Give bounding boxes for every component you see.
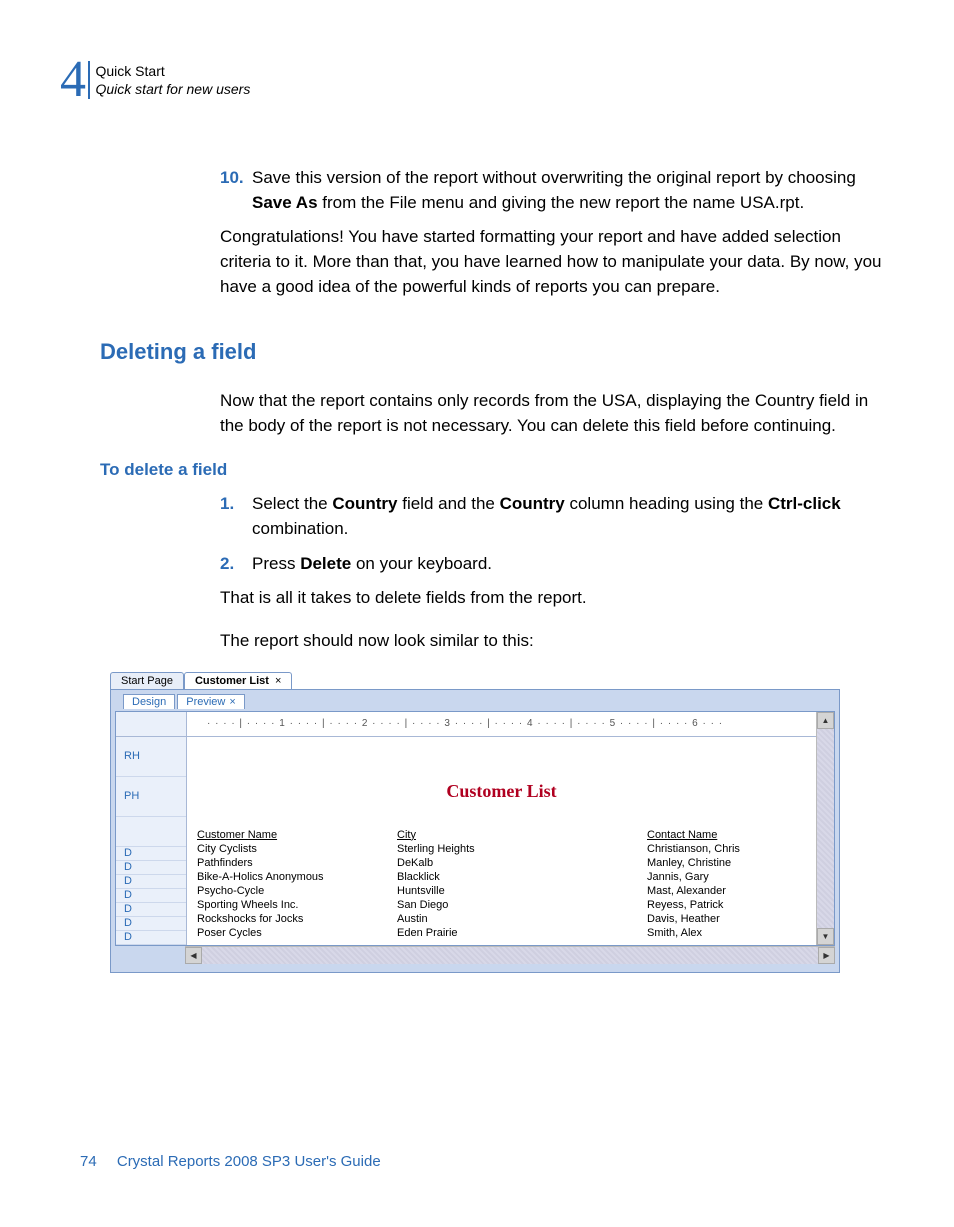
scroll-left-icon[interactable]: ◀ (185, 947, 202, 964)
step-text: Save this version of the report without … (252, 166, 894, 215)
heading-deleting-field: Deleting a field (100, 339, 894, 365)
chapter-number: 4 (60, 54, 86, 106)
col-header-city: City (397, 829, 647, 841)
section-ph: PH (116, 777, 186, 817)
scroll-track[interactable] (817, 729, 834, 928)
section-gutter: RH PH D D D D D D D (116, 712, 187, 945)
step-text: Press Delete on your keyboard. (252, 552, 894, 577)
book-title: Crystal Reports 2008 SP3 User's Guide (117, 1153, 381, 1170)
table-row: Rockshocks for JocksAustinDavis, Heather (187, 912, 816, 926)
col-header-customer-name: Customer Name (187, 829, 397, 841)
header-row: Customer Name City Contact Name (187, 828, 816, 842)
scroll-up-icon[interactable]: ▲ (817, 712, 834, 729)
table-row: Bike-A-Holics AnonymousBlacklickJannis, … (187, 870, 816, 884)
report-title: Customer List (187, 781, 816, 802)
tab-design[interactable]: Design (123, 694, 175, 709)
close-icon[interactable]: × (229, 696, 235, 708)
table-row: Psycho-CycleHuntsvilleMast, Alexander (187, 884, 816, 898)
section-rh: RH (116, 737, 186, 777)
section-d: D (116, 931, 186, 945)
section-d: D (116, 917, 186, 931)
chapter-subtitle: Quick start for new users (96, 80, 251, 98)
congrats-paragraph: Congratulations! You have started format… (220, 225, 894, 299)
section-d: D (116, 861, 186, 875)
scroll-down-icon[interactable]: ▼ (817, 928, 834, 945)
after-1: That is all it takes to delete fields fr… (220, 586, 894, 611)
section-d: D (116, 875, 186, 889)
tab-start-page[interactable]: Start Page (110, 672, 184, 689)
scrollbar-horizontal[interactable]: ◀ ▶ (185, 946, 835, 964)
scroll-track[interactable] (202, 947, 818, 964)
section-d: D (116, 889, 186, 903)
section-d: D (116, 903, 186, 917)
heading-to-delete: To delete a field (100, 460, 894, 480)
step-10: 10. Save this version of the report with… (220, 166, 894, 215)
chapter-header: 4 Quick Start Quick start for new users (60, 54, 894, 106)
step-2: 2. Press Delete on your keyboard. (220, 552, 894, 577)
col-header-contact-name: Contact Name (647, 829, 816, 841)
tab-preview[interactable]: Preview× (177, 694, 245, 709)
scrollbar-vertical[interactable]: ▲ ▼ (816, 712, 834, 945)
section-d: D (116, 847, 186, 861)
chapter-title: Quick Start (96, 62, 251, 80)
ruler: · · · · | · · · · 1 · · · · | · · · · 2 … (187, 712, 816, 737)
step-number: 10. (220, 166, 252, 215)
close-icon[interactable]: × (275, 675, 281, 687)
step-number: 2. (220, 552, 252, 577)
scroll-right-icon[interactable]: ▶ (818, 947, 835, 964)
page-number: 74 (80, 1153, 97, 1170)
delete-intro: Now that the report contains only record… (220, 389, 894, 438)
table-row: Poser CyclesEden PrairieSmith, Alex (187, 926, 816, 940)
step-text: Select the Country field and the Country… (252, 492, 894, 541)
chapter-divider (88, 61, 90, 99)
report-screenshot: Start Page Customer List× Design Preview… (110, 672, 840, 973)
step-1: 1. Select the Country field and the Coun… (220, 492, 894, 541)
page-footer: 74 Crystal Reports 2008 SP3 User's Guide (80, 1153, 894, 1170)
table-row: Sporting Wheels Inc.San DiegoReyess, Pat… (187, 898, 816, 912)
table-row: City CyclistsSterling HeightsChristianso… (187, 842, 816, 856)
tab-customer-list[interactable]: Customer List× (184, 672, 292, 689)
table-row: PathfindersDeKalbManley, Christine (187, 856, 816, 870)
step-number: 1. (220, 492, 252, 541)
after-2: The report should now look similar to th… (220, 629, 894, 654)
